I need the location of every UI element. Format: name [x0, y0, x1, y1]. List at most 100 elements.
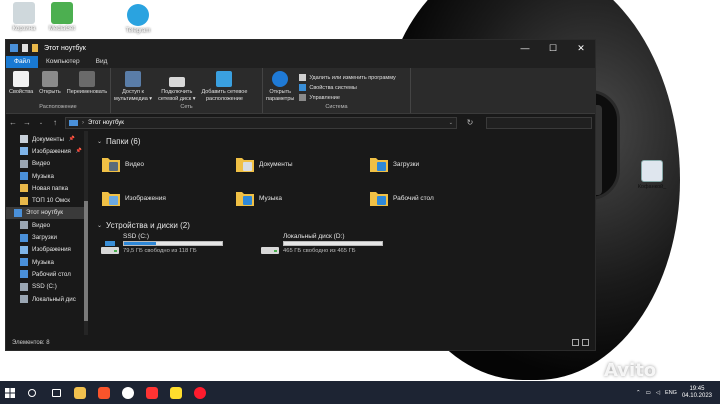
tray-chevron-icon[interactable]: ⌃	[636, 390, 641, 396]
tab-view[interactable]: Вид	[88, 56, 116, 68]
desktop-icon-document[interactable]: Кофанкой_	[630, 160, 674, 190]
folders-section-header[interactable]: ⌄ Папки (6)	[97, 135, 595, 147]
clock[interactable]: 19:45 04.10.2023	[682, 386, 712, 400]
drives-section-header[interactable]: ⌄ Устройства и диски (2)	[97, 219, 595, 231]
add-network-location-button[interactable]: Добавить сетевое расположение	[198, 71, 250, 102]
language-indicator[interactable]: ENG	[665, 390, 677, 396]
desktop-icon-mediaget[interactable]: MediaGet	[40, 2, 84, 32]
folder-item[interactable]: Рабочий стол	[369, 183, 503, 213]
search-input[interactable]	[486, 116, 592, 129]
file-explorer-taskbar-button[interactable]	[68, 381, 92, 404]
folder-item[interactable]: Документы	[235, 149, 369, 179]
scrollbar-thumb[interactable]	[84, 201, 88, 321]
chevron-down-icon[interactable]: ⌄	[97, 222, 102, 229]
yandex-browser-taskbar-button[interactable]	[116, 381, 140, 404]
file-explorer-icon	[74, 386, 86, 399]
sidebar-item-label: Документы	[32, 135, 64, 143]
manage-button[interactable]: Управление	[299, 94, 395, 101]
quick-access-properties-icon[interactable]	[22, 44, 28, 52]
forward-arrow-icon[interactable]: →	[23, 118, 31, 127]
search-taskbar-button[interactable]	[20, 381, 44, 404]
sidebar-item-label: Локальный дис	[32, 295, 76, 303]
media-access-button[interactable]: Доступ к мультимедиа ▾	[111, 71, 155, 102]
chevron-down-icon[interactable]: ⌄	[97, 138, 102, 145]
hard-drive-icon	[261, 247, 279, 254]
sidebar-item-label: Видео	[32, 221, 51, 229]
folder-label: Рабочий стол	[393, 194, 434, 202]
pin-icon: 📌	[68, 136, 76, 143]
sidebar-item[interactable]: Видео	[6, 158, 88, 170]
drive-item[interactable]: Локальный диск (D:) 465 ГБ свободно из 46…	[261, 233, 401, 255]
tab-file[interactable]: Файл	[6, 56, 38, 68]
rename-button[interactable]: Переименовать	[64, 71, 110, 96]
details-view-icon[interactable]	[572, 339, 579, 346]
sidebar-folder-icon	[20, 282, 28, 291]
address-bar[interactable]: › Этот ноутбук ⌄	[65, 116, 457, 129]
sidebar-item[interactable]: Этот ноутбук	[6, 206, 88, 220]
system-tray: ⌃ ▭ ◁ ENG 19:45 04.10.2023	[636, 386, 720, 400]
uninstall-program-button[interactable]: Удалить или изменить программу	[299, 74, 396, 81]
folder-item[interactable]: Видео	[101, 149, 235, 179]
sidebar-item[interactable]: Рабочий стол	[6, 268, 88, 280]
sidebar-item[interactable]: Видео	[6, 219, 88, 231]
open-icon	[41, 71, 58, 87]
sidebar-item[interactable]: Музыка	[6, 256, 88, 268]
avito-watermark: Avito	[604, 360, 657, 381]
sidebar-scrollbar[interactable]	[84, 131, 88, 335]
tinkoff-taskbar-button[interactable]	[164, 381, 188, 404]
system-properties-button[interactable]: Свойства системы	[299, 84, 395, 91]
chevron-down-icon[interactable]: ⌄	[37, 120, 45, 126]
task-view-taskbar-button[interactable]	[44, 381, 68, 404]
sidebar-item[interactable]: ТОП 10 Омск	[6, 194, 88, 206]
brave-taskbar-button[interactable]	[92, 381, 116, 404]
sidebar-item-label: Новая папка	[32, 184, 69, 192]
opera-taskbar-button[interactable]	[188, 381, 212, 404]
start-button[interactable]	[0, 381, 20, 404]
minimize-button[interactable]: —	[511, 40, 539, 56]
folder-item[interactable]: Музыка	[235, 183, 369, 213]
close-button[interactable]: ✕	[567, 40, 595, 56]
network-icon[interactable]: ▭	[646, 390, 651, 396]
sidebar-item[interactable]: Новая папка	[6, 182, 88, 194]
quick-access-folder-icon[interactable]	[32, 44, 38, 52]
sidebar-item-label: Музыка	[32, 258, 54, 266]
map-network-drive-button[interactable]: Подключить сетевой диск ▾	[155, 71, 198, 102]
folder-item[interactable]: Изображения	[101, 183, 235, 213]
sidebar-item[interactable]: Изображения 📌	[6, 145, 88, 157]
back-arrow-icon[interactable]: ←	[9, 118, 17, 127]
ribbon-group-network: Доступ к мультимедиа ▾ Подключить сетево…	[111, 68, 263, 113]
search-icon	[28, 388, 36, 397]
refresh-icon[interactable]: ↻	[463, 118, 477, 127]
breadcrumb: Этот ноутбук	[88, 119, 124, 126]
folders-grid: Видео Документы Загрузки Изображения Музыка Р…	[97, 149, 595, 213]
sidebar-folder-icon	[20, 147, 28, 156]
open-button[interactable]: Открыть	[36, 71, 64, 96]
manage-icon	[299, 94, 307, 101]
address-dropdown-icon[interactable]: ⌄	[449, 120, 453, 126]
sidebar-item[interactable]: SSD (C:)	[6, 281, 88, 293]
folder-label: Изображения	[125, 194, 166, 202]
sidebar-item[interactable]: Загрузки	[6, 231, 88, 243]
maximize-button[interactable]: ☐	[539, 40, 567, 56]
volume-icon[interactable]: ◁	[656, 390, 660, 396]
sidebar-item-label: Рабочий стол	[32, 270, 71, 278]
sidebar-folder-icon	[20, 270, 28, 279]
ribbon-group-system: Открыть параметры Удалить или изменить п…	[263, 68, 411, 113]
sidebar-item[interactable]: Документы 📌	[6, 133, 88, 145]
yandex-icon	[146, 386, 158, 399]
desktop-icon-telegram[interactable]: Telegram	[116, 4, 160, 34]
tab-computer[interactable]: Компьютер	[38, 56, 88, 68]
yandex-taskbar-button[interactable]	[140, 381, 164, 404]
up-arrow-icon[interactable]: ↑	[51, 118, 59, 127]
sidebar-item[interactable]: Изображения	[6, 244, 88, 256]
sidebar-item[interactable]: Локальный дис	[6, 293, 88, 305]
sidebar-item-label: Загрузки	[32, 234, 57, 242]
open-settings-button[interactable]: Открыть параметры	[263, 71, 297, 102]
title-bar[interactable]: Этот ноутбук — ☐ ✕	[6, 40, 595, 56]
large-icons-view-icon[interactable]	[582, 339, 589, 346]
recycle-bin-icon	[13, 2, 35, 24]
sidebar-item[interactable]: Музыка	[6, 170, 88, 182]
drive-item[interactable]: SSD (C:) 79,5 ГБ свободно из 118 ГБ	[101, 233, 241, 255]
properties-button[interactable]: Свойства	[6, 71, 36, 96]
folder-item[interactable]: Загрузки	[369, 149, 503, 179]
